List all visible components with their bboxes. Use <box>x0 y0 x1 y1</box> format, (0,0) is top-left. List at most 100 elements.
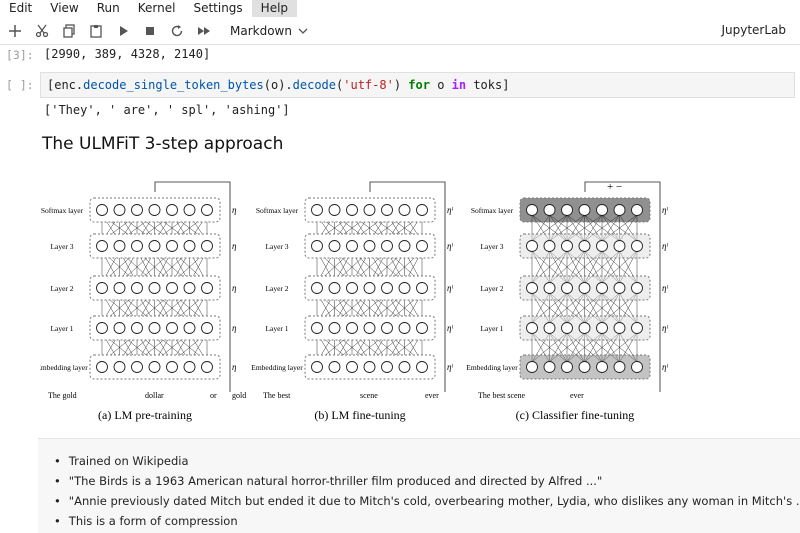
layer-label: Layer 3 <box>480 242 503 251</box>
learning-rate-label: ηˡ <box>662 362 668 372</box>
menu-run[interactable]: Run <box>88 0 129 17</box>
neuron-node <box>543 282 556 294</box>
layer-label: Layer 1 <box>480 324 503 333</box>
neuron-node <box>201 240 213 252</box>
layer-label: Embedding layer <box>251 363 303 372</box>
neuron-node <box>543 322 556 334</box>
neuron-node <box>416 361 428 373</box>
neuron-node <box>328 240 341 252</box>
kernel-name[interactable]: JupyterLab <box>721 23 786 37</box>
neuron-node <box>596 361 608 373</box>
neuron-node <box>201 282 213 294</box>
neuron-node <box>596 204 608 216</box>
neuron-node <box>113 204 126 216</box>
code-token: o <box>429 78 452 92</box>
learning-rate-label: ηˡ <box>662 323 668 333</box>
neuron-node <box>148 240 161 252</box>
bullet-item: "The Birds is a 1963 American natural ho… <box>50 471 800 491</box>
copy-button[interactable] <box>57 19 81 43</box>
menu-settings[interactable]: Settings <box>184 0 251 17</box>
learning-rate-label: ηˡ <box>447 205 453 215</box>
neuron-node <box>346 240 358 252</box>
neuron-node <box>543 204 556 216</box>
neuron-node <box>346 361 358 373</box>
neuron-node <box>416 204 428 216</box>
plus-minus-label: + − <box>607 181 622 193</box>
menu-edit[interactable]: Edit <box>0 0 41 17</box>
run-button[interactable] <box>111 19 135 43</box>
neuron-node <box>166 322 178 334</box>
neuron-node <box>631 240 643 252</box>
learning-rate-label: η <box>232 323 237 333</box>
neuron-node <box>166 204 178 216</box>
clipboard-icon <box>90 24 102 38</box>
stop-button[interactable] <box>138 19 162 43</box>
neuron-node <box>561 322 573 334</box>
learning-rate-label: η <box>232 205 237 215</box>
cut-button[interactable] <box>30 19 54 43</box>
neuron-node <box>363 240 376 252</box>
neuron-node <box>131 204 143 216</box>
neuron-node <box>131 240 143 252</box>
code-editor[interactable]: [enc.decode_single_token_bytes(o).decode… <box>40 72 795 98</box>
neuron-node <box>398 204 411 216</box>
cell-type-value: Markdown <box>230 23 292 38</box>
play-icon <box>120 25 128 36</box>
paste-button[interactable] <box>84 19 108 43</box>
input-word: The best scene <box>478 391 526 400</box>
neuron-node <box>596 282 608 294</box>
neuron-node <box>631 361 643 373</box>
menu-help[interactable]: Help <box>251 0 298 17</box>
neuron-node <box>363 322 376 334</box>
neuron-node <box>113 240 126 252</box>
restart-button[interactable] <box>165 19 189 43</box>
neuron-node <box>578 240 591 252</box>
neuron-node <box>561 204 573 216</box>
neuron-node <box>328 322 341 334</box>
neuron-node <box>113 361 126 373</box>
code-token: [enc. <box>47 78 84 92</box>
layer-label: Embedding layer <box>40 363 88 372</box>
menu-view[interactable]: View <box>41 0 87 17</box>
layer-label: Softmax layer <box>471 206 514 215</box>
neuron-node <box>311 282 323 294</box>
neuron-node <box>201 361 213 373</box>
neuron-node <box>201 204 213 216</box>
panel-caption: (c) Classifier fine-tuning <box>516 408 635 422</box>
input-word: scene <box>360 391 378 400</box>
neuron-node <box>363 282 376 294</box>
markdown-heading: The ULMFiT 3-step approach <box>42 134 284 154</box>
learning-rate-label: η <box>232 241 237 251</box>
layer-label: Softmax layer <box>41 206 84 215</box>
layer-label: Softmax layer <box>256 206 299 215</box>
neuron-node <box>166 361 178 373</box>
neuron-node <box>631 204 643 216</box>
neuron-node <box>311 204 323 216</box>
code-token: in <box>451 78 467 92</box>
neuron-node <box>526 240 538 252</box>
add-cell-button[interactable] <box>3 19 27 43</box>
neuron-node <box>613 282 626 294</box>
neuron-node <box>398 282 411 294</box>
neuron-node <box>201 322 213 334</box>
neuron-node <box>578 282 591 294</box>
code-token: 'utf-8' <box>343 78 394 92</box>
run-all-button[interactable] <box>192 19 216 43</box>
code-token: toks] <box>466 78 510 92</box>
menu-kernel[interactable]: Kernel <box>129 0 185 17</box>
notebook-toolbar: Markdown JupyterLab <box>0 17 800 45</box>
neuron-node <box>543 240 556 252</box>
neuron-node <box>311 361 323 373</box>
menu-bar: Edit View Run Kernel Settings Help <box>0 0 800 17</box>
neuron-node <box>578 204 591 216</box>
input-word: ever <box>570 391 584 400</box>
layer-label: Embedding layer <box>466 363 518 372</box>
neuron-node <box>183 240 196 252</box>
cell-type-select[interactable]: Markdown <box>230 24 308 38</box>
ulmfit-diagram: + − Softmax layer η Layer 3 η Layer 2 η Layer … <box>40 181 668 422</box>
input-prompt: [ ]: <box>6 78 34 92</box>
code-output: ['They', ' are', ' spl', 'ashing'] <box>44 103 290 117</box>
layer-label: Layer 1 <box>50 324 73 333</box>
learning-rate-label: ηˡ <box>662 205 668 215</box>
neuron-node <box>131 361 143 373</box>
